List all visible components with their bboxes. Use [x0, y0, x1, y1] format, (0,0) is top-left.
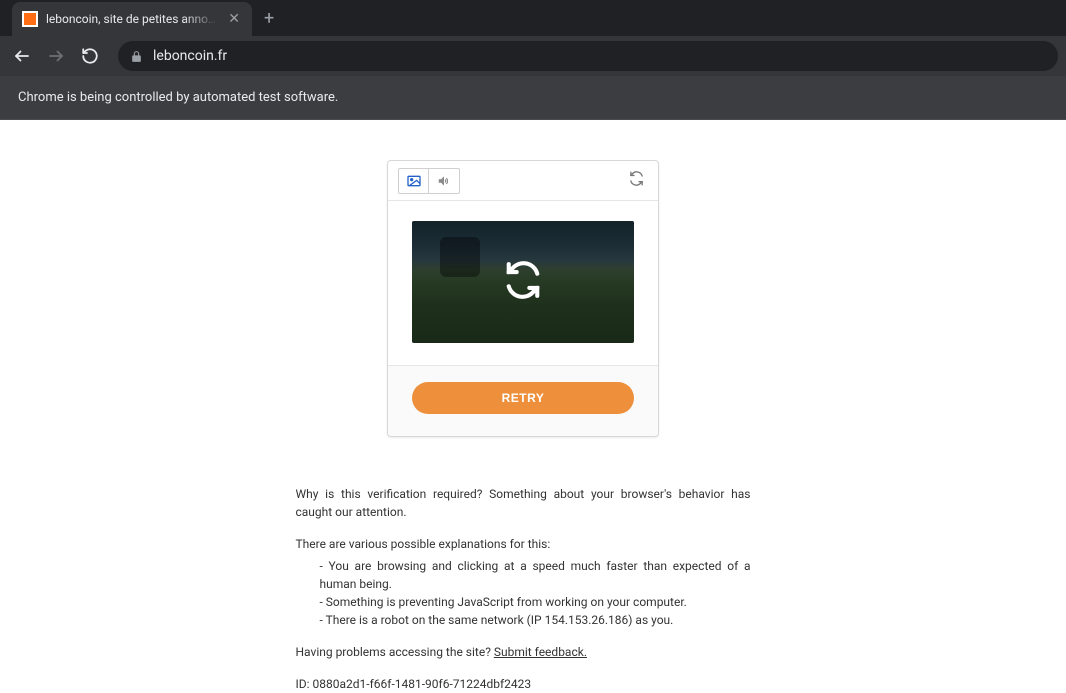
explanation-intro: Why is this verification required? Somet…: [296, 485, 751, 521]
image-mode-button[interactable]: [399, 169, 429, 193]
back-button[interactable]: [8, 42, 36, 70]
captcha-challenge-image[interactable]: [412, 221, 634, 343]
reason-item: You are browsing and clicking at a speed…: [320, 557, 751, 593]
reason-item: There is a robot on the same network (IP…: [320, 611, 751, 629]
arrow-left-icon: [13, 47, 31, 65]
request-id-value: 0880a2d1-f66f-1481-90f6-71224dbf2423: [313, 677, 532, 691]
browser-toolbar: leboncoin.fr: [0, 36, 1066, 76]
address-bar[interactable]: leboncoin.fr: [118, 41, 1058, 71]
captcha-card: RETRY: [387, 160, 659, 437]
favicon-icon: [22, 11, 38, 27]
captcha-body: [388, 201, 658, 365]
feedback-line: Having problems accessing the site? Subm…: [296, 643, 751, 661]
puzzle-piece-slot: [440, 237, 480, 277]
captcha-mode-toggle: [398, 168, 460, 194]
captcha-footer: RETRY: [388, 365, 658, 436]
loading-spinner-icon: [504, 261, 542, 303]
url-text: leboncoin.fr: [153, 48, 227, 64]
close-tab-icon[interactable]: ✕: [226, 12, 242, 26]
page-content: RETRY Why is this verification required?…: [0, 120, 1066, 693]
reload-button[interactable]: [76, 42, 104, 70]
new-tab-button[interactable]: +: [252, 8, 286, 29]
audio-mode-button[interactable]: [429, 169, 459, 193]
automation-banner: Chrome is being controlled by automated …: [0, 76, 1066, 120]
feedback-prefix: Having problems accessing the site?: [296, 645, 494, 659]
request-id-line: ID: 0880a2d1-f66f-1481-90f6-71224dbf2423: [296, 675, 751, 693]
reload-icon: [81, 47, 99, 65]
refresh-icon: [629, 171, 644, 186]
id-prefix: ID:: [296, 677, 313, 691]
explanation-section: Why is this verification required? Somet…: [296, 485, 751, 693]
forward-button[interactable]: [42, 42, 70, 70]
explanation-reasons-list: You are browsing and clicking at a speed…: [296, 557, 751, 629]
captcha-header: [388, 161, 658, 201]
tab-bar: leboncoin, site de petites annonces ✕ +: [0, 0, 1066, 36]
reason-item: Something is preventing JavaScript from …: [320, 593, 751, 611]
arrow-right-icon: [47, 47, 65, 65]
explanation-reasons-heading: There are various possible explanations …: [296, 535, 751, 553]
image-icon: [406, 173, 422, 189]
submit-feedback-link[interactable]: Submit feedback.: [494, 645, 587, 659]
lock-icon: [130, 50, 143, 63]
tab-title: leboncoin, site de petites annonces: [46, 12, 218, 26]
captcha-refresh-button[interactable]: [625, 167, 648, 194]
retry-button[interactable]: RETRY: [412, 382, 634, 414]
audio-icon: [437, 174, 451, 188]
browser-tab[interactable]: leboncoin, site de petites annonces ✕: [12, 2, 252, 36]
browser-chrome: leboncoin, site de petites annonces ✕ + …: [0, 0, 1066, 120]
